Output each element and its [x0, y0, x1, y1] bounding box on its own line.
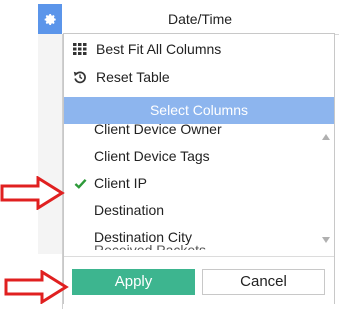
column-option-label: Received Packets [94, 242, 207, 250]
column-option[interactable]: Client Device Tags [64, 143, 316, 170]
column-option[interactable]: Client Device Owner [64, 124, 316, 143]
menu-footer: Apply Cancel [64, 256, 334, 304]
scroll-up-icon[interactable] [322, 134, 330, 140]
reset-icon [73, 70, 87, 84]
column-option[interactable]: Client IP [64, 170, 316, 197]
apply-button[interactable]: Apply [72, 269, 195, 295]
column-option-label: Client IP [94, 175, 147, 191]
scroll-down-icon[interactable] [322, 237, 330, 243]
reset-table-label: Reset Table [96, 69, 170, 85]
column-option-label: Client Device Owner [94, 124, 222, 137]
grid-icon [73, 42, 87, 56]
column-menu: Best Fit All Columns Reset Table Select … [63, 33, 335, 304]
column-option-label: Client Device Tags [94, 148, 210, 164]
best-fit-label: Best Fit All Columns [96, 41, 222, 57]
checkmark-icon [74, 170, 88, 197]
settings-button[interactable] [38, 4, 62, 34]
annotation-arrow-icon [4, 270, 69, 304]
column-option[interactable]: Received Packets [64, 237, 316, 250]
column-option[interactable]: Destination [64, 197, 316, 224]
best-fit-columns-item[interactable]: Best Fit All Columns [64, 35, 334, 63]
column-list[interactable]: Client Device Owner Client Device Tags C… [64, 124, 334, 250]
select-columns-header: Select Columns [64, 97, 334, 124]
row-gutter [38, 34, 62, 254]
column-option-label: Destination [94, 202, 165, 218]
annotation-arrow-icon [0, 176, 65, 210]
cancel-button[interactable]: Cancel [202, 269, 325, 295]
reset-table-item[interactable]: Reset Table [64, 63, 334, 91]
gear-icon [44, 13, 56, 25]
column-header-datetime[interactable]: Date/Time [72, 4, 328, 34]
column-list-scrollbar[interactable] [320, 124, 332, 254]
